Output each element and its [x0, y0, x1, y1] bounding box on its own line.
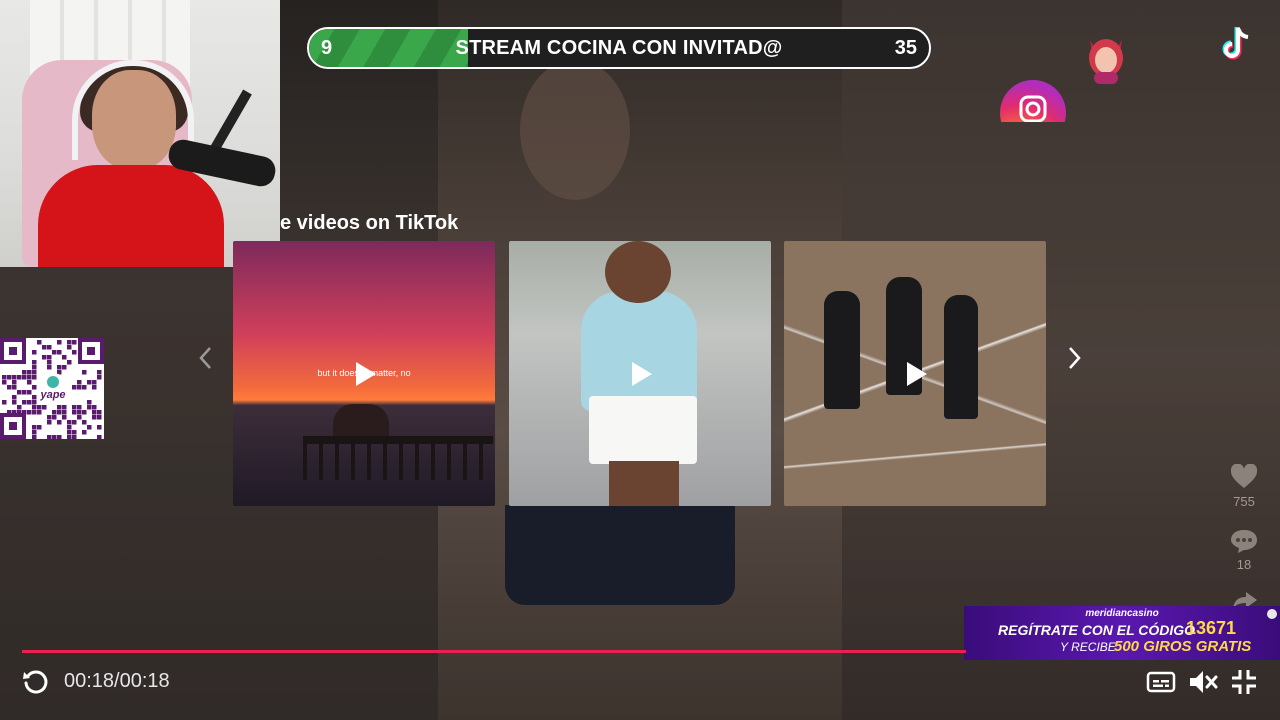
like-heart-icon[interactable]	[1230, 464, 1258, 490]
muted-speaker-icon[interactable]	[1188, 668, 1218, 696]
pier-pilings	[303, 444, 493, 480]
comment-bubble-icon[interactable]	[1230, 528, 1258, 554]
streamer-avatar-icon	[1089, 39, 1123, 84]
pier-deck	[303, 436, 493, 444]
tiktok-more-videos-heading: e videos on TikTok	[280, 212, 459, 234]
casino-receive-text: Y RECIBE	[1060, 640, 1116, 654]
pier-house	[333, 404, 389, 440]
playback-time: 00:18/00:18	[64, 670, 170, 692]
streamer-webcam	[0, 0, 280, 267]
stream-goal-target: 35	[894, 37, 917, 59]
casino-register-text: REGÍTRATE CON EL CÓDIGO	[998, 622, 1196, 638]
tiktok-logo-icon	[1222, 27, 1249, 60]
yape-qr-code: yape	[0, 338, 104, 439]
video-thumbnail-1[interactable]: but it doesn't matter, no	[233, 241, 495, 506]
exit-fullscreen-icon[interactable]	[1230, 668, 1258, 696]
dancer-figure	[824, 291, 860, 409]
like-count: 755	[1233, 494, 1255, 509]
casino-promo-banner[interactable]: meridiancasino REGÍTRATE CON EL CÓDIGO 1…	[964, 606, 1280, 660]
play-icon[interactable]	[347, 357, 381, 391]
play-icon[interactable]	[898, 357, 932, 391]
video-thumbnail-3[interactable]	[784, 241, 1046, 506]
carousel-prev-chevron-icon[interactable]	[194, 344, 218, 372]
video-timeline[interactable]	[22, 650, 966, 653]
banner-close-icon[interactable]	[1267, 609, 1277, 619]
qr-yape-label: yape	[39, 389, 65, 401]
replay-icon[interactable]	[22, 668, 50, 696]
toddler-legs	[609, 461, 679, 506]
video-thumbnail-2[interactable]	[509, 241, 771, 506]
comment-count: 18	[1236, 557, 1252, 572]
toddler-head	[605, 241, 671, 303]
toddler-shirt	[581, 291, 697, 411]
casino-promo-code: 13671	[1186, 618, 1237, 638]
stream-goal-bar: 9 STREAM COCINA CON INVITAD@ 35	[307, 27, 931, 69]
webcam-streamer-shirt	[38, 165, 224, 267]
captions-icon[interactable]	[1146, 670, 1176, 694]
carousel-next-chevron-icon[interactable]	[1062, 344, 1086, 372]
toddler-shorts	[589, 396, 697, 464]
instagram-logo-icon	[1000, 80, 1066, 122]
play-icon[interactable]	[623, 357, 657, 391]
stream-goal-title: STREAM COCINA CON INVITAD@	[455, 37, 783, 59]
dancer-figure	[944, 295, 978, 419]
casino-bonus-text: 500 GIROS GRATIS	[1114, 638, 1252, 655]
